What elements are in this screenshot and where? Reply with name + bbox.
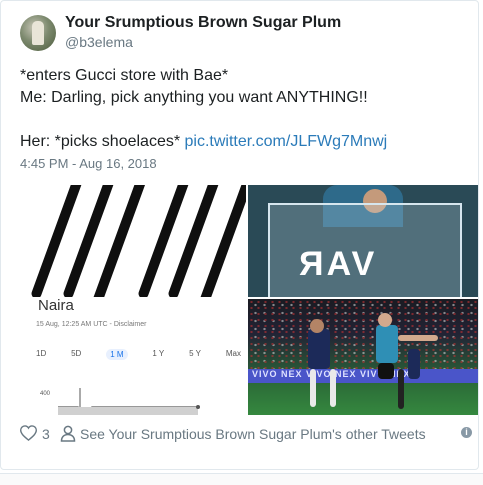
like-count[interactable]: 3 [42, 426, 50, 442]
person-icon[interactable] [60, 425, 76, 442]
tweet-line-with-link: Her: *picks shoelaces* pic.twitter.com/J… [20, 131, 460, 153]
tweet-line: *enters Gucci store with Bae* [20, 67, 229, 84]
info-icon[interactable]: i [461, 427, 472, 438]
var-label: VAR [296, 245, 375, 283]
media-grid[interactable]: VAR Naira 15 Aug, 12:25 AM UTC - Disclai… [20, 185, 478, 415]
media-shoelaces[interactable] [20, 185, 246, 297]
heart-icon[interactable] [20, 425, 37, 441]
tweet-card[interactable]: Your Srumptious Brown Sugar Plum @b3elem… [0, 0, 479, 470]
other-tweets-link[interactable]: See Your Srumptious Brown Sugar Plum's o… [80, 426, 426, 442]
media-naira-chart[interactable]: Naira 15 Aug, 12:25 AM UTC - Disclaimer … [20, 299, 246, 415]
avatar[interactable] [20, 15, 56, 51]
media-var-referee[interactable]: VAR [248, 185, 478, 297]
media-link[interactable]: pic.twitter.com/JLFWg7Mnwj [185, 133, 388, 150]
tweet-line: Her: *picks shoelaces* [20, 133, 185, 150]
timestamp[interactable]: 4:45 PM - Aug 16, 2018 [20, 156, 157, 171]
tweet-line: Me: Darling, pick anything you want ANYT… [20, 89, 368, 106]
stadium-banner: VIVO NEX VIVO NEX VIVO NEX [248, 369, 478, 383]
tweet-text: *enters Gucci store with Bae* Me: Darlin… [20, 65, 460, 153]
tweet-actions: 3 See Your Srumptious Brown Sugar Plum's… [20, 424, 476, 444]
next-item-edge [0, 473, 483, 485]
user-name[interactable]: Your Srumptious Brown Sugar Plum [65, 14, 341, 32]
media-football-players[interactable]: VIVO NEX VIVO NEX VIVO NEX [248, 299, 478, 415]
tweet-line [20, 109, 460, 131]
naira-line [58, 388, 200, 415]
user-handle[interactable]: @b3elema [65, 34, 133, 50]
